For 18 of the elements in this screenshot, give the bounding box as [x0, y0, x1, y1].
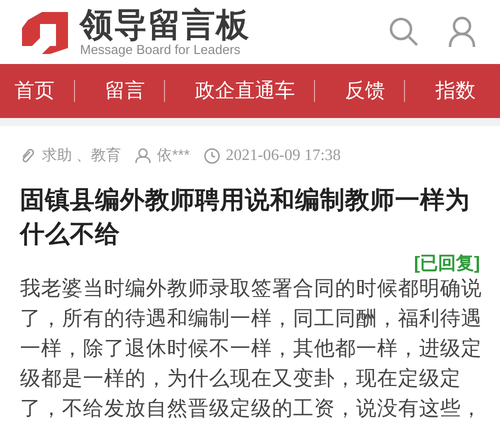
post-time: 2021-06-09 17:38 — [226, 146, 341, 166]
logo-icon — [20, 10, 70, 54]
nav-link[interactable]: 政企直通车 — [194, 76, 295, 106]
post-author: 依*** — [157, 146, 190, 166]
nav-link[interactable]: 反馈 — [345, 76, 386, 106]
post-body: 我老婆当时编外教师录取签署合同的时候都明确说了，所有的待遇和编制一样，同工同酬，福利待遇一样，除了退休时候不一样，其他都一样，进级定级都是一样的，为什么现在又变卦，现在定级定了，不给发放自然晋级定级的工资，说没有这些， — [20, 276, 482, 422]
logo-title: 领导留言板 — [80, 7, 250, 43]
nav-link[interactable]: 首页 — [14, 76, 55, 106]
nav-link[interactable]: 指数 — [435, 76, 476, 106]
clock-icon — [204, 148, 220, 164]
user-icon[interactable] — [448, 16, 476, 48]
logo-subtitle: Message Board for Leaders — [80, 43, 242, 57]
reply-status: [已回复] — [414, 252, 480, 274]
nav-link[interactable]: 留言 — [104, 76, 145, 106]
user-icon — [135, 148, 152, 164]
search-icon[interactable] — [388, 16, 420, 48]
post-title: 固镇县编外教师聘用说和编制教师一样为什么不给 — [20, 186, 471, 250]
post-category: 求助 、教育 — [42, 146, 122, 166]
